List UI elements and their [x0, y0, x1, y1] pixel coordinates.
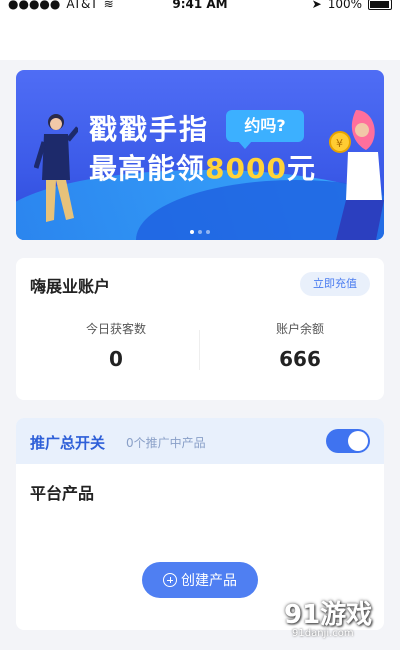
- battery-icon: [368, 0, 392, 10]
- status-right: ➤ 100%: [312, 0, 392, 11]
- banner-amount: 8000: [205, 152, 287, 185]
- pagination-dot[interactable]: [198, 230, 202, 234]
- nav-bar: [0, 14, 400, 60]
- woman-illustration-icon: ¥: [329, 110, 384, 240]
- location-icon: ➤: [311, 0, 322, 11]
- create-product-label: 创建产品: [181, 573, 237, 589]
- today-customers-value: 0: [109, 347, 123, 371]
- promotion-header: 推广总开关 0个推广中产品: [16, 418, 384, 464]
- banner-bubble: 约吗?: [226, 110, 304, 149]
- watermark-text: 91游戏: [284, 600, 373, 630]
- today-customers-label: 今日获客数: [85, 322, 146, 336]
- stat-divider: [199, 330, 200, 370]
- toggle-knob: [348, 431, 368, 451]
- balance-stat: 账户余额 666: [216, 320, 384, 371]
- watermark-url: 91danji.com: [292, 628, 354, 639]
- banner-line2-suffix: 元: [286, 152, 316, 185]
- banner-title-line2: 最高能领8000元: [89, 147, 316, 187]
- platform-products-title: 平台产品: [30, 484, 95, 503]
- pagination-dot-active[interactable]: [190, 230, 194, 234]
- banner-pagination: [16, 230, 384, 234]
- pagination-dot[interactable]: [206, 230, 210, 234]
- status-bar: ●●●●● AT&T ≋ 9:41 AM ➤ 100%: [0, 0, 400, 14]
- balance-label: 账户余额: [275, 322, 324, 336]
- recharge-button[interactable]: 立即充值: [300, 272, 370, 296]
- watermark: 91游戏 91danji.com: [276, 592, 386, 644]
- promotion-count: 0个推广中产品: [126, 436, 206, 450]
- account-card: 嗨展业账户 立即充值 今日获客数 0 账户余额 666: [16, 258, 384, 400]
- promo-banner[interactable]: 戳戳手指 约吗? 最高能领8000元 ¥: [16, 70, 384, 240]
- plus-circle-icon: [163, 573, 177, 587]
- banner-line2-prefix: 最高能领: [89, 152, 206, 185]
- create-product-button[interactable]: 创建产品: [142, 562, 258, 598]
- banner-title-line1: 戳戳手指: [89, 113, 210, 146]
- battery-percent: 100%: [327, 0, 362, 11]
- promotion-toggle[interactable]: [326, 429, 370, 453]
- promotion-switch-title: 推广总开关: [30, 434, 106, 452]
- svg-text:¥: ¥: [336, 137, 343, 150]
- balance-value: 666: [279, 347, 321, 371]
- today-customers-stat: 今日获客数 0: [32, 320, 200, 371]
- man-illustration-icon: [34, 114, 78, 222]
- account-title: 嗨展业账户: [30, 277, 111, 296]
